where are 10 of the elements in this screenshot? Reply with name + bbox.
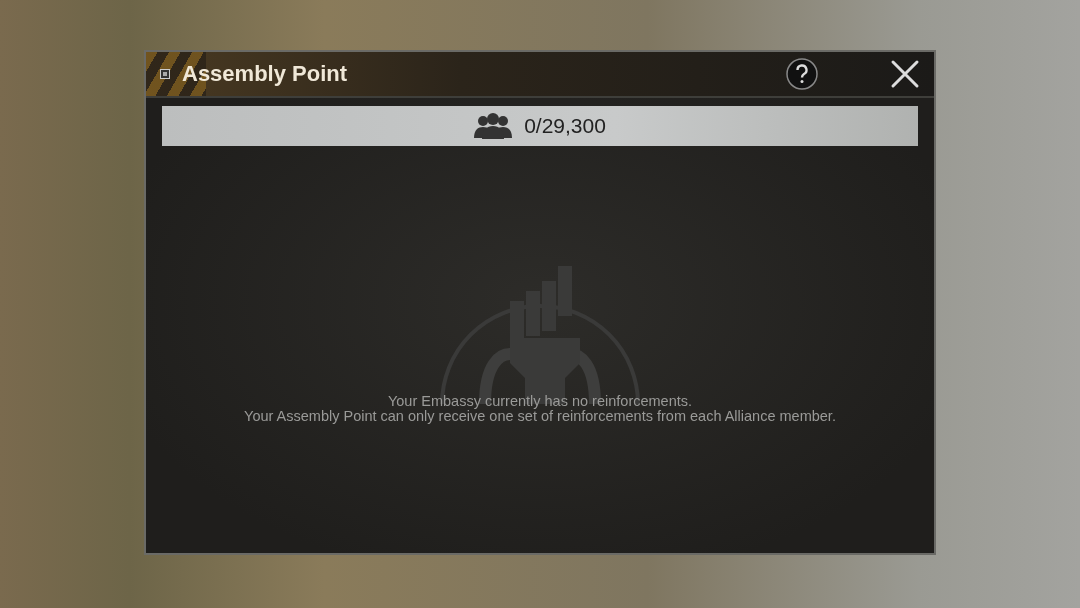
square-icon (160, 69, 170, 79)
info-message: Your Embassy currently has no reinforcements. (387, 394, 693, 409)
info-message: Your Assembly Point can only receive one set of reinforcements from each Alliance member. (244, 409, 836, 424)
close-icon (890, 59, 920, 89)
help-icon (786, 58, 818, 90)
close-button[interactable] (890, 59, 920, 89)
people-icon (474, 113, 513, 139)
window-title: Assembly Point (182, 61, 348, 87)
troop-capacity: 0/29,300 (524, 114, 606, 138)
help-button[interactable] (786, 58, 818, 90)
